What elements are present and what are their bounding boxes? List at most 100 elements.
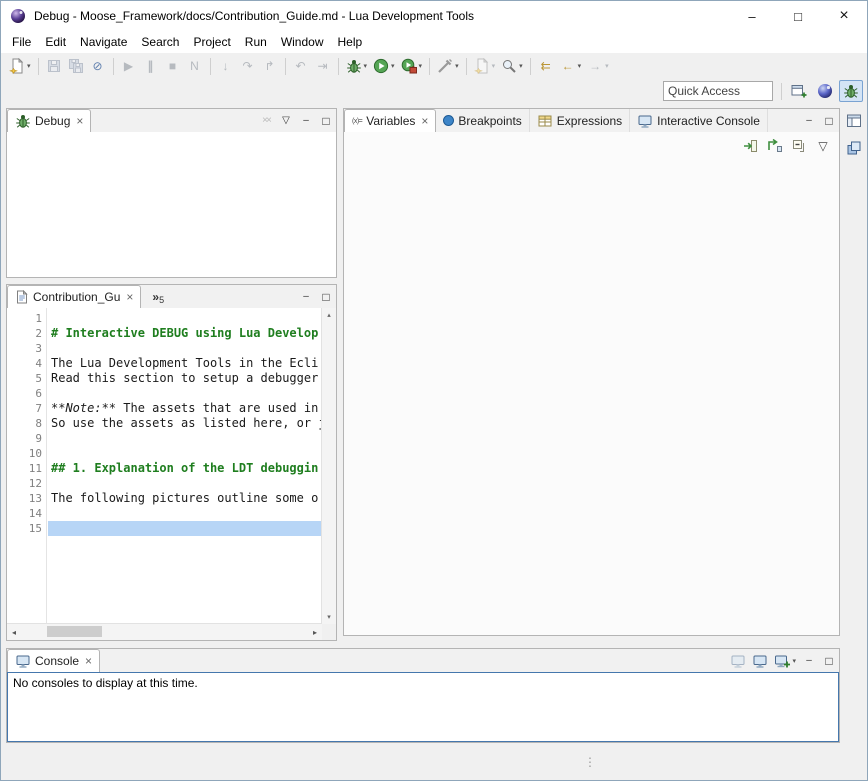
code-line[interactable] [48,341,322,356]
console-maximize-button[interactable]: □ [819,649,839,672]
variables-maximize-button[interactable]: □ [819,109,839,132]
code-line[interactable] [48,476,322,491]
code-line[interactable]: So use the assets as listed here, or j [48,416,322,431]
minimize-button[interactable]: – [729,1,775,31]
line-number: 6 [20,386,42,401]
horizontal-scroll-thumb[interactable] [47,626,102,637]
console-minimize-button[interactable]: – [799,649,819,672]
attach-debugger-button[interactable]: ▾ [435,55,461,77]
editor-minimize-button[interactable]: – [296,285,316,308]
code-line[interactable]: The following pictures outline some o [48,491,322,506]
menu-help[interactable]: Help [331,33,370,51]
show-logical-structure-button[interactable] [741,135,761,157]
pin-console-button [728,650,748,672]
tab-interactive-console[interactable]: Interactive Console [630,109,768,132]
code-segment: **Note:** [51,401,116,415]
quick-access-input[interactable] [663,81,773,101]
editor-maximize-button[interactable]: □ [316,285,336,308]
attach-debugger-dropdown-icon[interactable]: ▾ [455,62,459,70]
run-dropdown-icon[interactable]: ▾ [391,62,395,70]
open-console-icon [774,653,790,669]
open-perspective-button[interactable] [787,80,811,102]
line-number-ruler[interactable]: 123456789101112131415 [20,308,47,624]
code-line[interactable]: **Note:** The assets that are used in [48,401,322,416]
menu-edit[interactable]: Edit [38,33,73,51]
show-type-names-button[interactable] [765,135,785,157]
lua-perspective-button[interactable] [813,80,837,102]
annotation-ruler[interactable] [7,308,21,624]
minimized-views-bar [843,108,865,728]
code-line[interactable]: The Lua Development Tools in the Ecli [48,356,322,371]
line-number: 10 [20,446,42,461]
tab-close-icon[interactable]: × [421,114,428,128]
tab-breakpoints[interactable]: Breakpoints [436,109,529,132]
new-lua-wizard-dropdown-icon[interactable]: ▾ [492,62,496,70]
close-button[interactable]: × [821,1,867,31]
menu-file[interactable]: File [5,33,38,51]
forward-history-button: →▾ [585,55,611,77]
back-history-button[interactable]: ←▾ [558,55,584,77]
code-line[interactable] [48,446,322,461]
debug-view-minimize-button[interactable]: – [296,109,316,132]
tab-debug[interactable]: Debug × [7,109,91,133]
run-button[interactable]: ▾ [371,55,397,77]
display-selected-console-button[interactable] [750,650,770,672]
editor-vertical-scrollbar[interactable]: ▴ ▾ [321,308,336,624]
console-tab-close-icon[interactable]: × [85,654,92,668]
debug-dropdown-icon[interactable]: ▾ [364,62,368,70]
debug-button[interactable]: ▾ [344,55,370,77]
app-window: Debug - Moose_Framework/docs/Contributio… [0,0,868,781]
editor-text-area[interactable]: # Interactive DEBUG using Lua Develop The… [48,308,322,624]
debug-tab-close-icon[interactable]: × [76,114,83,128]
menu-window[interactable]: Window [274,33,331,51]
collapse-all-button[interactable] [789,135,809,157]
menu-project[interactable]: Project [186,33,237,51]
run-external-tools-dropdown-icon[interactable]: ▾ [419,62,423,70]
maximize-button[interactable]: □ [775,1,821,31]
tab-console[interactable]: Console × [7,649,100,673]
editor-tab-overflow[interactable]: »5 [147,285,169,308]
menu-run[interactable]: Run [238,33,274,51]
tab-contribution-guide[interactable]: Contribution_Gu × [7,285,141,309]
variables-minimize-button[interactable]: – [799,109,819,132]
scroll-up-icon[interactable]: ▴ [322,309,336,321]
scroll-down-icon[interactable]: ▾ [322,611,336,623]
open-element-button[interactable]: ▾ [499,55,525,77]
editor-tab-close-icon[interactable]: × [126,290,133,304]
restore-minimized-view-b-icon[interactable] [845,139,863,157]
code-line[interactable] [48,386,322,401]
code-line[interactable]: Read this section to setup a debugger [48,371,322,386]
restore-minimized-view-a-icon[interactable] [845,112,863,130]
code-line[interactable] [48,311,322,326]
scroll-right-icon[interactable]: ▸ [308,624,322,640]
new-wizard-dropdown-icon[interactable]: ▾ [27,62,31,70]
editor-horizontal-scrollbar[interactable]: ◂ ▸ [7,623,322,640]
variables-body [344,132,839,635]
open-console-button[interactable]: ▾ [772,650,798,672]
debug-view-maximize-button[interactable]: □ [316,109,336,132]
view-menu-button[interactable]: ▽ [813,135,833,157]
debug-perspective-button[interactable] [839,80,863,102]
editor-tab-label: Contribution_Gu [33,290,120,304]
tab-variables[interactable]: (x)=Variables× [344,109,436,133]
open-element-dropdown-icon[interactable]: ▾ [519,62,523,70]
code-line[interactable] [48,431,322,446]
statusbar-drag-handle[interactable]: ⋮ [584,755,596,769]
menu-navigate[interactable]: Navigate [73,33,134,51]
cursor-line[interactable] [48,521,322,536]
debug-view-menu-icon[interactable]: ▽ [276,109,296,132]
last-edit-location-button[interactable]: ⇇ [536,55,556,77]
code-line[interactable]: # Interactive DEBUG using Lua Develop [48,326,322,341]
new-wizard-button[interactable]: ▾ [7,55,33,77]
forward-history-dropdown-icon[interactable]: ▾ [605,62,609,70]
code-line[interactable] [48,506,322,521]
menu-search[interactable]: Search [134,33,186,51]
back-history-dropdown-icon[interactable]: ▾ [578,62,582,70]
scroll-left-icon[interactable]: ◂ [7,624,21,640]
run-external-tools-button[interactable]: ▾ [399,55,425,77]
code-line[interactable]: ## 1. Explanation of the LDT debuggin [48,461,322,476]
skip-all-breakpoints-button[interactable]: ⊘ [88,55,108,77]
collapse-all-icon [791,138,807,154]
open-console-dropdown-icon[interactable]: ▾ [792,657,796,665]
tab-expressions[interactable]: Expressions [530,109,630,132]
